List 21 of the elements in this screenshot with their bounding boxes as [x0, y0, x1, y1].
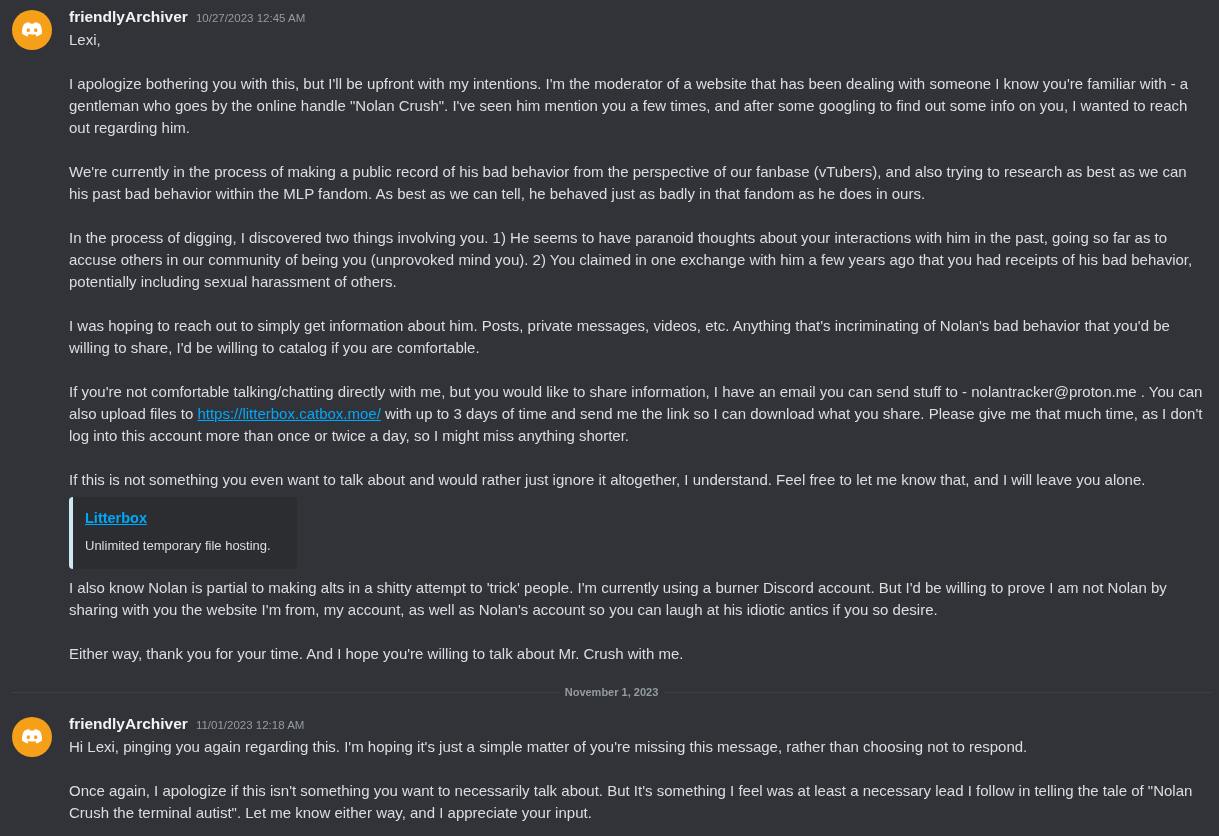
embed-title[interactable]: Litterbox [85, 507, 148, 529]
avatar[interactable] [12, 10, 52, 50]
message-text: I also know Nolan is partial to making alts in a shitty attempt to 'trick' people. I'm currently using a burner Discord account. But I'd be willing to prove I am not Nolan by sharing with you the website I'm from, my account, as well as Nolan's account so you can laugh at his idiotic antics if you so desire. [69, 578, 1168, 620]
message-text: If this is not something you even want to talk about and would rather just ignore it altogether, I understand. Feel free to let me know that, and I will leave you alone. [69, 470, 1147, 490]
message-text: If you're not comfortable talking/chatting directly with me, but you would like to share information, I have an email you can send stuff to - nolantracker@proton.me . You can also upload files to https://litterbox.catbox.moe/ with up to 3 days of time and send me the link so I can download what you share. Please give me that much time, as I don't log into this account more than once or twice a day, so I might miss anything shorter. [69, 382, 1203, 446]
message-text: Either way, thank you for your time. And I hope you're willing to talk about Mr. Crush with me. [69, 644, 685, 664]
username[interactable]: friendlyArchiver [69, 715, 188, 732]
message-text: Once again, I apologize if this isn't something you want to necessarily talk about. But It's something I feel was at least a necessary lead I follow in telling the tale of "Nolan Crush the terminal autist". Let me know either way, and I appreciate your input. [69, 781, 1194, 823]
message-text: Lexi, [69, 30, 102, 50]
message-text: We're currently in the process of making a public record of his bad behavior from the perspective of our fanbase (vTubers), and also trying to research as best as we can his past bad behavior within the MLP fandom. As best as we can tell, he behaved just as badly in that fandom as he does in ours. [69, 162, 1188, 204]
avatar[interactable] [12, 717, 52, 757]
embed-description: Unlimited temporary file hosting. [85, 537, 271, 555]
link[interactable]: https://litterbox.catbox.moe/ [197, 405, 381, 422]
timestamp: 11/01/2023 12:18 AM [195, 719, 305, 731]
message-text: Hi Lexi, pinging you again regarding this. I'm hoping it's just a simple matter of you're missing this message, rather than choosing not to respond. [69, 737, 1029, 757]
message-text: I was hoping to reach out to simply get information about him. Posts, private messages, videos, etc. Anything that's incriminating of Nolan's bad behavior that you'd be willing to share, I'd be willing to catalog if you are comfortable. [69, 316, 1171, 358]
message-text: I apologize bothering you with this, but I'll be upfront with my intentions. I'm the moderator of a website that has been dealing with someone I know you're familiar with - a gentleman who goes by the online handle "Nolan Crush". I've seen him mention you a few times, and after some googling to find out some info on you, I wanted to reach out regarding him. [69, 74, 1190, 138]
timestamp: 10/27/2023 12:45 AM [195, 12, 306, 24]
date-divider: November 1, 2023 [564, 685, 659, 700]
message-text: In the process of digging, I discovered two things involving you. 1) He seems to have paranoid thoughts about your interactions with him in the past, going so far as to accuse others in our community of being you (unprovoked mind you). 2) You claimed in one exchange with him a few years ago that you had receipts of his bad behavior, potentially including sexual harassment of others. [69, 228, 1194, 292]
username[interactable]: friendlyArchiver [69, 8, 188, 25]
